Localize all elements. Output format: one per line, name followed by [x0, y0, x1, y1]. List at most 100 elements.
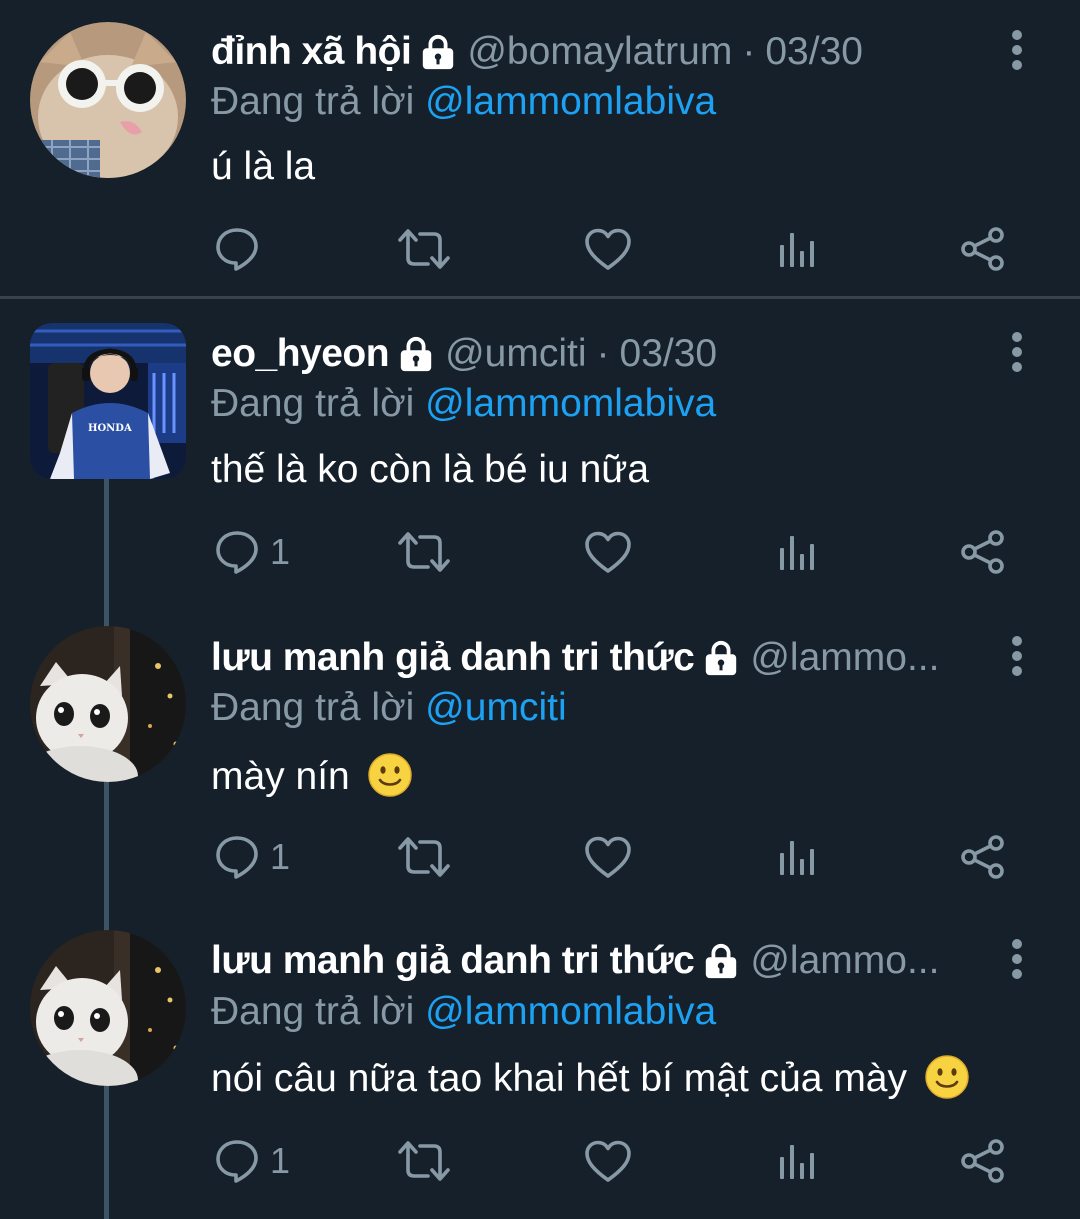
avatar[interactable] — [30, 626, 186, 782]
tweet-date[interactable]: 03/30 — [765, 30, 863, 74]
reply-count: 1 — [270, 836, 291, 877]
tweet-actions — [0, 224, 1080, 274]
retweet-button[interactable] — [396, 1136, 452, 1186]
reply-bubble-icon — [214, 529, 260, 575]
like-button[interactable] — [584, 527, 632, 577]
heart-icon — [584, 1139, 632, 1183]
tweet-header: eo_hyeon @umciti · 03/30 — [211, 326, 990, 382]
share-icon — [960, 1138, 1006, 1184]
slightly-smiling-face-emoji — [367, 752, 413, 798]
user-handle[interactable]: @bomaylatrum — [467, 30, 732, 74]
share-button[interactable] — [960, 224, 1006, 274]
retweet-icon — [396, 226, 452, 272]
bar-chart-icon — [776, 532, 816, 572]
lock-icon — [702, 639, 740, 677]
display-name[interactable]: đỉnh xã hội — [211, 30, 412, 74]
reply-button[interactable]: 1 — [214, 527, 290, 577]
reply-bubble-icon — [214, 1138, 260, 1184]
user-handle[interactable]: @lammo... — [750, 939, 939, 983]
share-button[interactable] — [960, 527, 1006, 577]
cat-with-sunglasses-avatar — [30, 22, 186, 178]
tweet-actions: 1 — [0, 527, 1080, 577]
tweet-text: ú là la — [211, 145, 316, 188]
lock-icon — [397, 335, 435, 373]
like-button[interactable] — [584, 224, 632, 274]
like-button[interactable] — [584, 1136, 632, 1186]
avatar[interactable] — [30, 930, 186, 1086]
separator-dot: · — [596, 332, 610, 375]
reply-count: 1 — [270, 531, 291, 572]
mention-link[interactable]: @umciti — [425, 686, 566, 729]
tweet[interactable]: HONDA eo_hyeon @umciti · 03/30 Đang trả … — [0, 300, 1080, 600]
more-vertical-icon[interactable] — [1004, 330, 1030, 374]
replying-to-label: Đang trả lời — [211, 382, 415, 425]
share-icon — [960, 529, 1006, 575]
tweet-divider — [0, 296, 1080, 299]
more-vertical-icon[interactable] — [1004, 634, 1030, 678]
tweet[interactable]: lưu manh giả danh tri thức @lammo... Đan… — [0, 908, 1080, 1219]
jersey-text: HONDA — [88, 423, 132, 434]
white-cat-avatar — [30, 930, 186, 1086]
retweet-button[interactable] — [396, 832, 452, 882]
like-button[interactable] — [584, 832, 632, 882]
replying-to: Đang trả lời @lammomlabiva — [211, 80, 716, 124]
mention-link[interactable]: @lammomlabiva — [425, 990, 716, 1033]
share-icon — [960, 226, 1006, 272]
tweet-text-container: mày nín — [211, 752, 413, 799]
mention-link[interactable]: @lammomlabiva — [425, 382, 716, 425]
retweet-icon — [396, 834, 452, 880]
tweet-actions: 1 — [0, 1136, 1080, 1186]
more-vertical-icon[interactable] — [1004, 937, 1030, 981]
reply-bubble-icon — [214, 834, 260, 880]
replying-to: Đang trả lời @lammomlabiva — [211, 382, 716, 426]
tweet-text: mày nín — [211, 755, 350, 798]
tweet-header: đỉnh xã hội @bomaylatrum · 03/30 — [211, 24, 990, 80]
replying-to-label: Đang trả lời — [211, 80, 415, 123]
avatar[interactable]: HONDA — [30, 323, 186, 479]
share-button[interactable] — [960, 832, 1006, 882]
tweet-header: lưu manh giả danh tri thức @lammo... — [211, 933, 990, 989]
lock-icon — [702, 942, 740, 980]
display-name[interactable]: lưu manh giả danh tri thức — [211, 636, 695, 680]
tweet-header: lưu manh giả danh tri thức @lammo... — [211, 630, 990, 686]
reply-button[interactable] — [214, 224, 270, 274]
slightly-smiling-face-emoji — [924, 1054, 970, 1100]
display-name[interactable]: eo_hyeon — [211, 332, 390, 376]
reply-button[interactable]: 1 — [214, 832, 290, 882]
bar-chart-icon — [776, 837, 816, 877]
bar-chart-icon — [776, 229, 816, 269]
display-name[interactable]: lưu manh giả danh tri thức — [211, 939, 695, 983]
avatar[interactable] — [30, 22, 186, 178]
tweet-actions: 1 — [0, 832, 1080, 882]
separator-dot: · — [742, 30, 756, 73]
share-button[interactable] — [960, 1136, 1006, 1186]
user-handle[interactable]: @umciti — [445, 332, 586, 376]
analytics-button[interactable] — [776, 1136, 816, 1186]
reply-button[interactable]: 1 — [214, 1136, 290, 1186]
retweet-button[interactable] — [396, 224, 452, 274]
white-cat-avatar — [30, 626, 186, 782]
tweet-date[interactable]: 03/30 — [620, 332, 718, 376]
heart-icon — [584, 530, 632, 574]
analytics-button[interactable] — [776, 832, 816, 882]
retweet-button[interactable] — [396, 527, 452, 577]
replying-to: Đang trả lời @lammomlabiva — [211, 990, 716, 1034]
lock-icon — [419, 33, 457, 71]
analytics-button[interactable] — [776, 527, 816, 577]
tweet[interactable]: lưu manh giả danh tri thức @lammo... Đan… — [0, 604, 1080, 906]
user-handle[interactable]: @lammo... — [750, 636, 939, 680]
heart-icon — [584, 227, 632, 271]
tweet-text: thế là ko còn là bé iu nữa — [211, 448, 650, 491]
share-icon — [960, 834, 1006, 880]
bar-chart-icon — [776, 1141, 816, 1181]
replying-to: Đang trả lời @umciti — [211, 686, 567, 730]
heart-icon — [584, 835, 632, 879]
retweet-icon — [396, 1138, 452, 1184]
reply-bubble-icon — [214, 226, 260, 272]
mention-link[interactable]: @lammomlabiva — [425, 80, 716, 123]
analytics-button[interactable] — [776, 224, 816, 274]
tweet[interactable]: đỉnh xã hội @bomaylatrum · 03/30 Đang tr… — [0, 0, 1080, 297]
reply-count: 1 — [270, 1140, 291, 1181]
more-vertical-icon[interactable] — [1004, 28, 1030, 72]
tweet-text-container: nói câu nữa tao khai hết bí mật của mày — [211, 1054, 970, 1101]
